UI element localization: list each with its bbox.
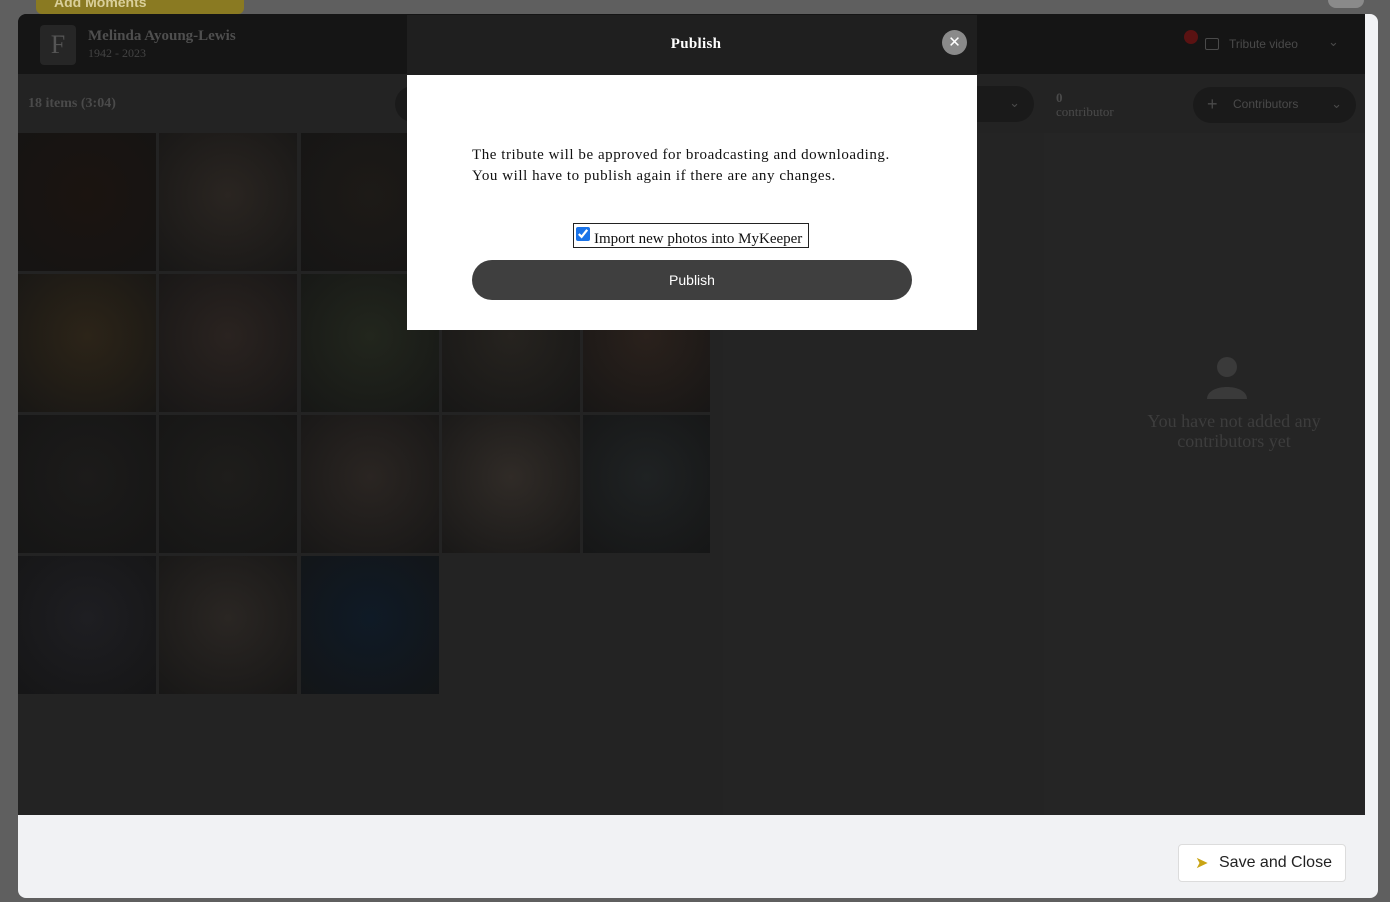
chevron-down-icon: ⌄: [1331, 96, 1342, 111]
plus-icon: +: [1207, 94, 1218, 114]
photo-tile[interactable]: [159, 415, 297, 553]
import-photos-option[interactable]: Import new photos into MyKeeper: [573, 223, 809, 248]
dialog-message-line1: The tribute will be approved for broadca…: [472, 147, 890, 163]
photo-tile[interactable]: [301, 415, 439, 553]
photo-tile[interactable]: [18, 274, 156, 412]
add-moments-button-background: Add Moments: [36, 0, 244, 14]
photo-tile[interactable]: [301, 556, 439, 694]
empty-contributors-message: You have not added any contributors yet: [1147, 411, 1321, 451]
tribute-video-selector[interactable]: Tribute video: [1229, 37, 1298, 51]
logo: F: [40, 25, 76, 65]
video-icon: [1205, 38, 1219, 50]
add-moments-label: Add Moments: [54, 0, 147, 10]
dialog-message-line2: You will have to publish again if there …: [472, 167, 836, 184]
photo-tile[interactable]: [159, 133, 297, 271]
dialog-title: Publish: [670, 36, 722, 52]
photo-tile[interactable]: [159, 556, 297, 694]
photo-tile[interactable]: [18, 415, 156, 553]
photo-tile[interactable]: [583, 415, 710, 553]
contributors-word: contributor: [1056, 104, 1114, 119]
photo-tile[interactable]: [442, 415, 580, 553]
deceased-years: 1942 - 2023: [88, 46, 146, 60]
items-count: 18 items (3:04): [28, 96, 116, 111]
contributors-panel: You have not added any contributors yet: [1044, 133, 1365, 815]
send-arrow-icon: ➤: [1195, 855, 1209, 872]
add-contributors-button[interactable]: + Contributors ⌄: [1193, 87, 1356, 123]
save-and-close-label: Save and Close: [1219, 854, 1332, 871]
photo-tile[interactable]: [159, 274, 297, 412]
import-photos-label: Import new photos into MyKeeper: [594, 231, 803, 247]
notification-dot: [1184, 30, 1198, 44]
publish-dialog: Publish ✕ The tribute will be approved f…: [407, 15, 977, 330]
dialog-header: Publish ✕: [407, 15, 977, 75]
dialog-message: The tribute will be approved for broadca…: [472, 145, 922, 186]
close-icon[interactable]: ✕: [942, 30, 967, 55]
person-icon: [1207, 357, 1247, 399]
photo-tile[interactable]: [18, 556, 156, 694]
deceased-name: Melinda Ayoung-Lewis: [88, 28, 236, 44]
publish-button[interactable]: Publish: [472, 260, 912, 300]
photo-tile[interactable]: [18, 133, 156, 271]
chevron-down-icon: ⌄: [1009, 95, 1020, 110]
background-toggle: [1328, 0, 1364, 8]
chevron-down-icon[interactable]: ⌄: [1328, 34, 1339, 50]
save-and-close-button[interactable]: ➤ Save and Close: [1178, 844, 1346, 882]
contributors-button-label: Contributors: [1233, 97, 1299, 111]
import-photos-checkbox[interactable]: [576, 227, 590, 241]
